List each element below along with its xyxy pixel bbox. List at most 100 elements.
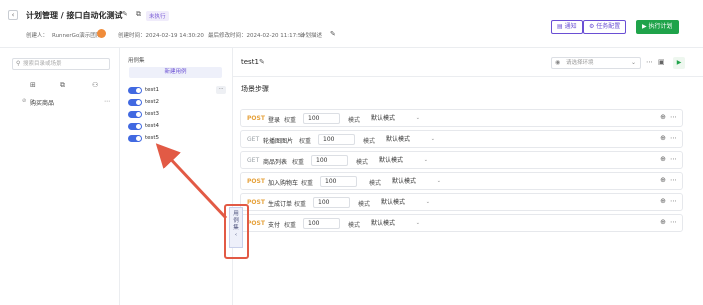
scene-step[interactable]: POST 加入购物车 权重 100 模式 默认模式 ⌄ ⊕ ⋯ xyxy=(240,172,683,190)
http-method: GET xyxy=(247,157,260,164)
add-step-icon[interactable]: ⊕ xyxy=(660,197,666,205)
weight-label: 权重 xyxy=(292,159,305,166)
more-icon[interactable]: ⋯ xyxy=(646,58,653,66)
highlight-box xyxy=(224,204,249,259)
save-icon[interactable]: ▣ xyxy=(658,58,665,66)
add-step-icon[interactable]: ⊕ xyxy=(660,176,666,184)
plan-desc-label: 计划描述 xyxy=(300,33,323,39)
step-name: 生成订单 xyxy=(268,201,293,208)
weight-input[interactable]: 100 xyxy=(320,176,357,187)
scene-step[interactable]: GET 商品列表 权重 100 模式 默认模式 ⌄ ⊕ ⋯ xyxy=(240,151,683,169)
mode-label: 模式 xyxy=(348,117,361,124)
tree-item-scene[interactable]: 购买商品 xyxy=(30,98,54,107)
scene-step[interactable]: GET 轮播图图片 权重 100 模式 默认模式 ⌄ ⊕ ⋯ xyxy=(240,130,683,148)
updated-time: 最后修改时间：2024-02-20 11:17:59 xyxy=(208,33,305,39)
step-name: 轮播图图片 xyxy=(263,138,294,145)
case-label: test1 xyxy=(145,87,160,93)
scene-step[interactable]: POST 支付 权重 100 模式 默认模式 ⌄ ⊕ ⋯ xyxy=(240,214,683,232)
chevron-down-icon: ⌄ xyxy=(436,178,441,184)
case-item[interactable]: test2 xyxy=(128,98,226,108)
edit-title-icon[interactable]: ✎ xyxy=(122,10,128,18)
case-enable-toggle[interactable] xyxy=(128,123,142,130)
notify-icon: ▤ xyxy=(557,23,565,30)
step-name: 登录 xyxy=(268,117,281,124)
case-enable-toggle[interactable] xyxy=(128,87,142,94)
case-enable-toggle[interactable] xyxy=(128,111,142,118)
add-step-icon[interactable]: ⊕ xyxy=(660,134,666,142)
weight-label: 权重 xyxy=(284,222,297,229)
notify-button[interactable]: ▤ 通知 xyxy=(551,20,583,34)
new-folder-icon[interactable]: ⊞ xyxy=(30,81,36,89)
page-title: 计划管理 / 接口自动化测试 xyxy=(26,11,123,20)
case-enable-toggle[interactable] xyxy=(128,135,142,142)
case-item[interactable]: test5 xyxy=(128,134,226,144)
add-step-icon[interactable]: ⊕ xyxy=(660,218,666,226)
copy-icon[interactable]: ⧉ xyxy=(136,10,141,19)
http-method: GET xyxy=(247,136,260,143)
back-button[interactable]: ‹ xyxy=(8,10,18,20)
chevron-down-icon: ⌄ xyxy=(425,199,430,205)
step-more-icon[interactable]: ⋯ xyxy=(670,113,677,121)
search-input[interactable]: ⚲ 搜索目录或场景 xyxy=(12,58,110,70)
mode-select[interactable]: 默认模式 ⌄ xyxy=(382,134,437,145)
case-more-icon[interactable]: ··· xyxy=(216,86,226,94)
case-label: test3 xyxy=(145,111,160,117)
mode-label: 模式 xyxy=(363,138,376,145)
step-more-icon[interactable]: ⋯ xyxy=(670,218,677,226)
http-method: POST xyxy=(247,178,265,185)
case-label: test4 xyxy=(145,123,160,129)
scene-step[interactable]: POST 生成订单 权重 100 模式 默认模式 ⌄ ⊕ ⋯ xyxy=(240,193,683,211)
run-plan-button[interactable]: ▶ 执行计划 xyxy=(636,20,679,34)
step-name: 商品列表 xyxy=(263,159,288,166)
created-time: 创建时间：2024-02-19 14:30:20 xyxy=(118,33,204,39)
add-step-icon[interactable]: ⊕ xyxy=(660,113,666,121)
creator-name: RunnerGo演示团队 xyxy=(52,33,102,39)
tree-node-icon[interactable]: ⊘ xyxy=(22,98,26,104)
case-set-panel: 用例集 新建用例 test1 ··· test2 test3 test4 tes… xyxy=(120,48,233,305)
step-more-icon[interactable]: ⋯ xyxy=(670,176,677,184)
new-case-button[interactable]: 新建用例 xyxy=(129,67,222,78)
mode-select[interactable]: 默认模式 ⌄ xyxy=(377,197,432,208)
mode-select[interactable]: 默认模式 ⌄ xyxy=(367,218,422,229)
step-name: 支付 xyxy=(268,222,281,229)
weight-input[interactable]: 100 xyxy=(303,113,340,124)
chevron-down-icon: ⌄ xyxy=(423,157,428,163)
chevron-down-icon: ⌄ xyxy=(630,59,636,66)
mode-select[interactable]: 默认模式 ⌄ xyxy=(388,176,443,187)
weight-input[interactable]: 100 xyxy=(311,155,348,166)
mode-label: 模式 xyxy=(358,201,371,208)
step-more-icon[interactable]: ⋯ xyxy=(670,134,677,142)
case-set-title: 用例集 xyxy=(128,58,145,64)
chevron-down-icon: ⌄ xyxy=(415,115,420,121)
weight-input[interactable]: 100 xyxy=(303,218,340,229)
env-select[interactable]: ◉ 请选择环境 ⌄ xyxy=(551,57,641,69)
step-name: 加入购物车 xyxy=(268,180,299,187)
step-more-icon[interactable]: ⋯ xyxy=(670,155,677,163)
http-method: POST xyxy=(247,199,265,206)
weight-input[interactable]: 100 xyxy=(313,197,350,208)
edit-desc-icon[interactable]: ✎ xyxy=(330,30,336,38)
case-item[interactable]: test3 xyxy=(128,110,226,120)
http-method: POST xyxy=(247,115,265,122)
http-method: POST xyxy=(247,220,265,227)
task-config-button[interactable]: ⚙ 任务配置 xyxy=(583,20,627,34)
mode-select[interactable]: 默认模式 ⌄ xyxy=(367,113,422,124)
tree-item-more-icon[interactable]: ⋯ xyxy=(104,98,110,105)
import-icon[interactable]: ⧉ xyxy=(60,81,65,90)
case-item[interactable]: test4 xyxy=(128,122,226,132)
plan-header: ‹ 计划管理 / 接口自动化测试 ✎ ⧉ 未执行 创建人： RunnerGo演示… xyxy=(0,0,703,48)
weight-label: 权重 xyxy=(301,180,314,187)
run-scene-icon[interactable]: ▶ xyxy=(673,57,685,69)
step-more-icon[interactable]: ⋯ xyxy=(670,197,677,205)
edit-scene-icon[interactable]: ✎ xyxy=(259,58,265,66)
case-enable-toggle[interactable] xyxy=(128,99,142,106)
weight-input[interactable]: 100 xyxy=(318,134,355,145)
avatar xyxy=(97,29,106,38)
mode-select[interactable]: 默认模式 ⌄ xyxy=(375,155,430,166)
add-step-icon[interactable]: ⊕ xyxy=(660,155,666,163)
scene-step[interactable]: POST 登录 权重 100 模式 默认模式 ⌄ ⊕ ⋯ xyxy=(240,109,683,127)
case-item[interactable]: test1 ··· xyxy=(128,86,226,96)
scene-editor: test1 ✎ ◉ 请选择环境 ⌄ ⋯ ▣ ▶ 场景步骤 POST 登录 权重 … xyxy=(233,48,703,305)
user-icon[interactable]: ⚇ xyxy=(92,81,98,89)
case-label: test5 xyxy=(145,135,160,141)
